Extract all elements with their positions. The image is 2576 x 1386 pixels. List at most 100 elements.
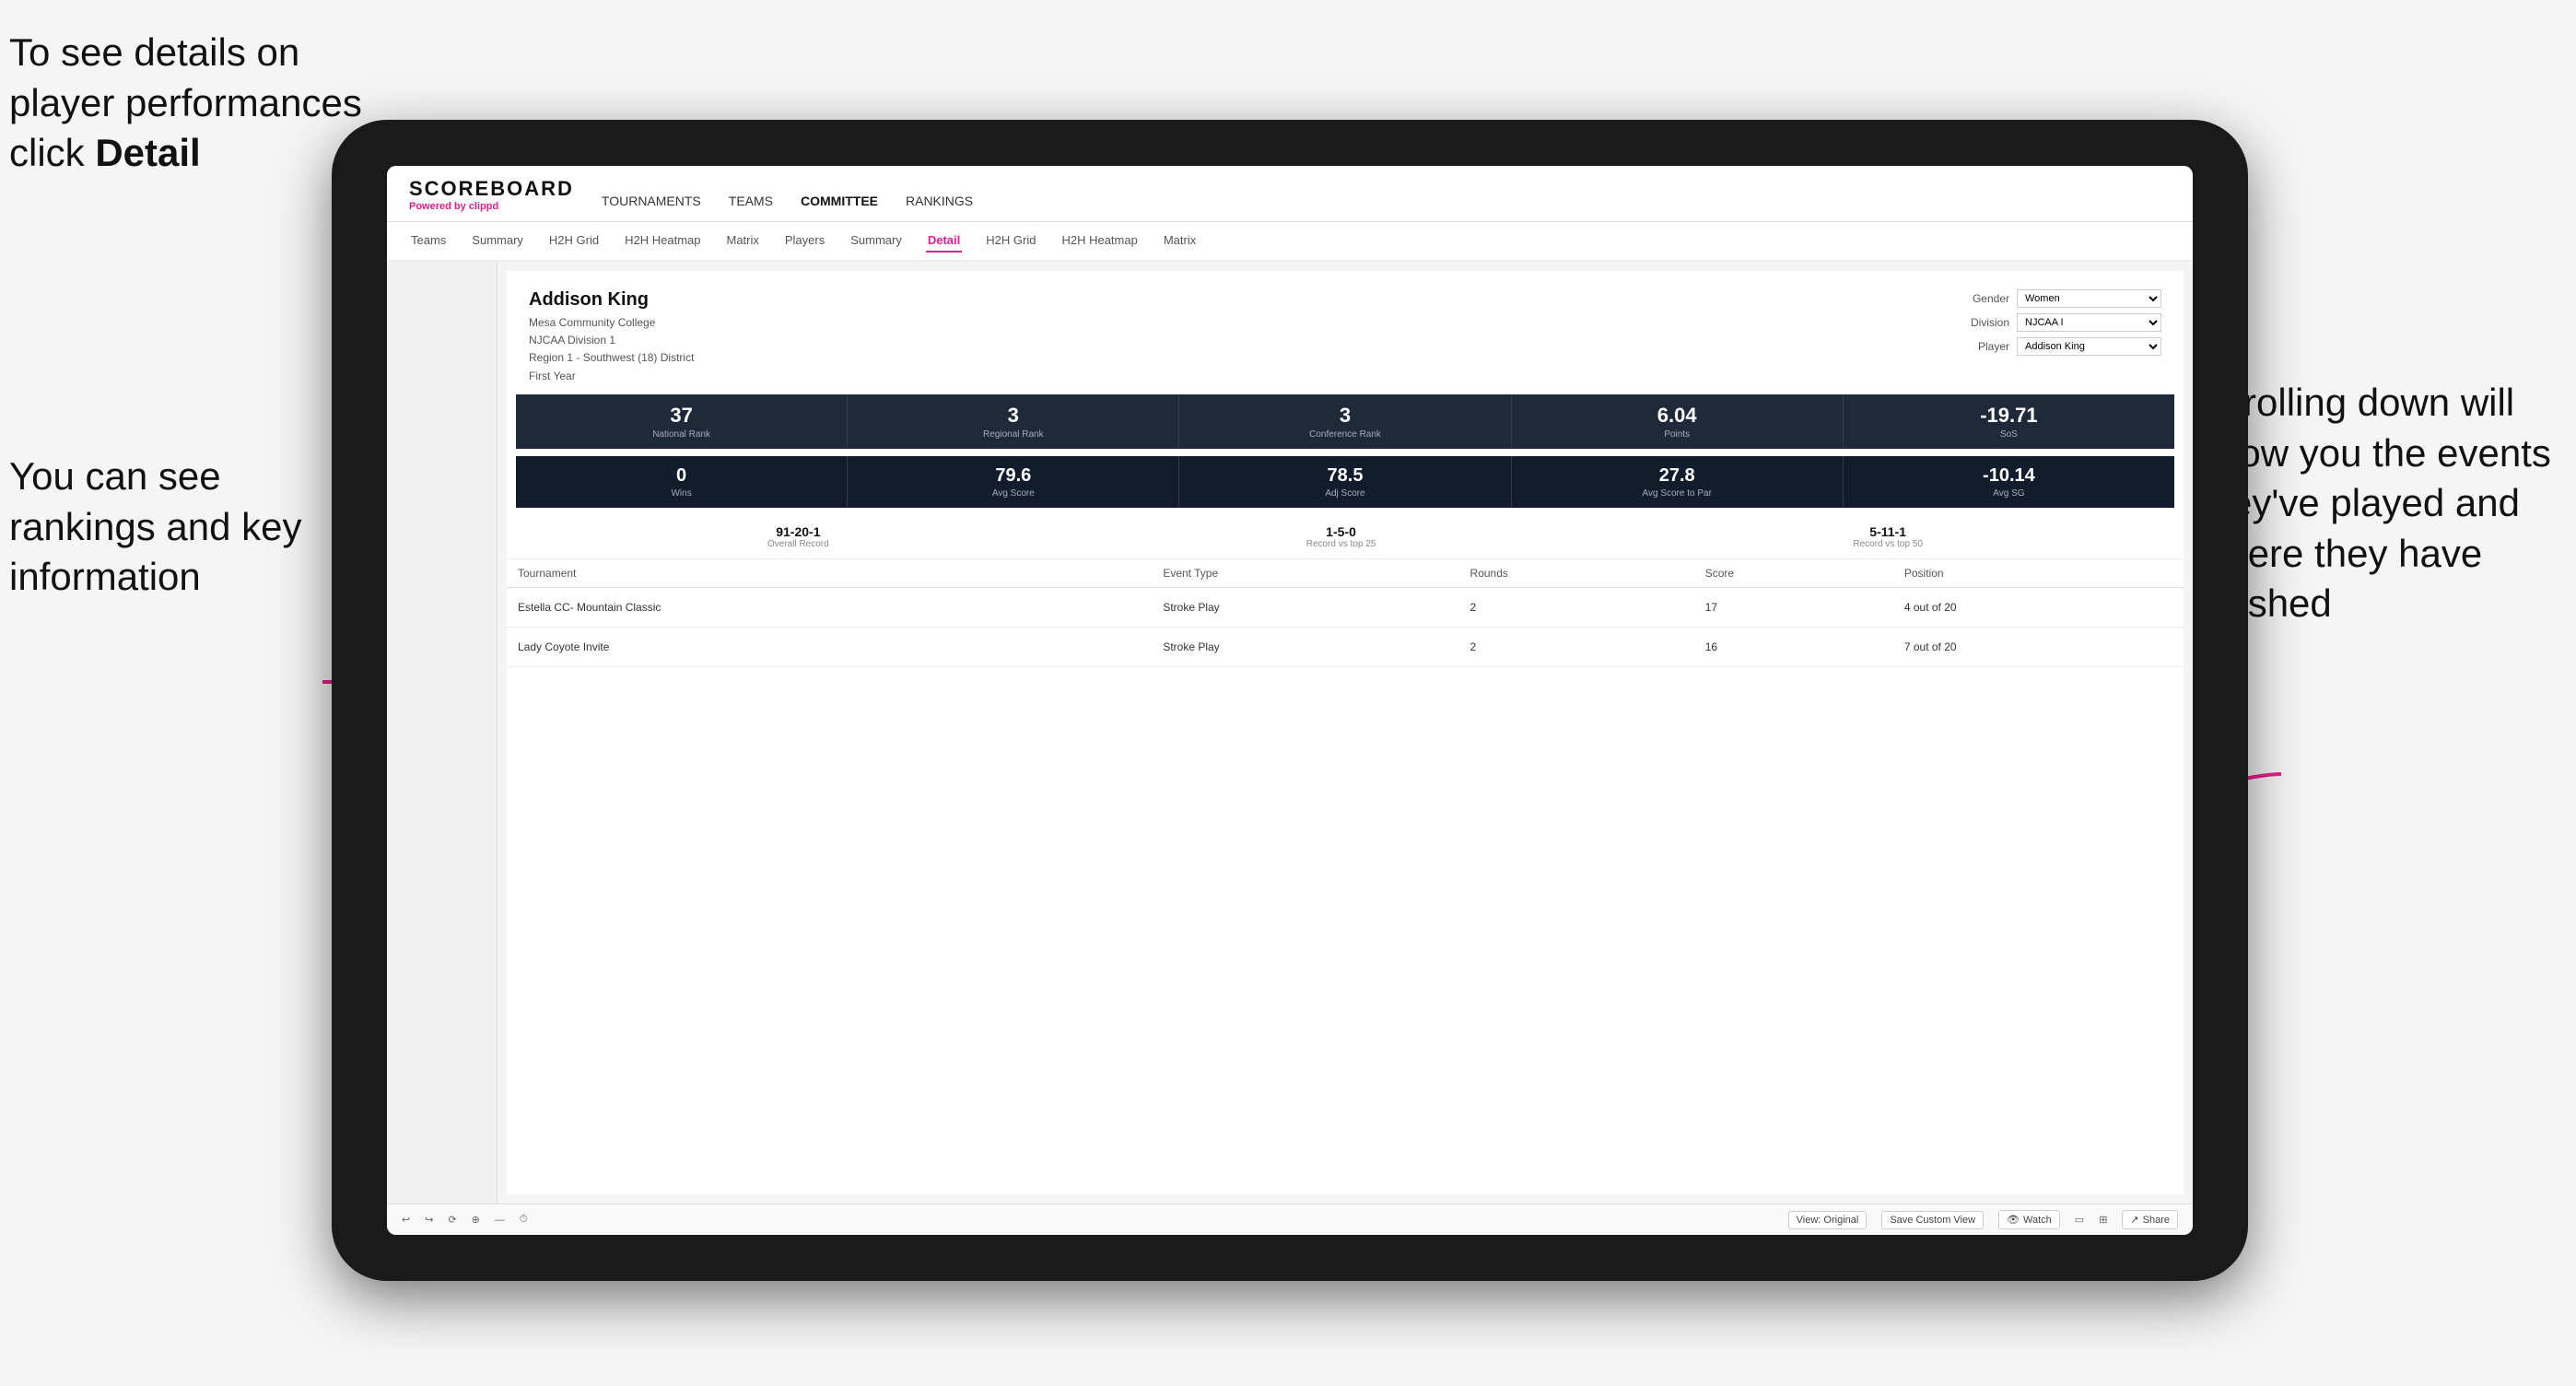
sub-nav-players[interactable]: Players — [783, 229, 826, 253]
tablet-screen: SCOREBOARD Powered by clippd TOURNAMENTS… — [387, 166, 2193, 1235]
sub-nav-matrix2[interactable]: Matrix — [1162, 229, 1198, 253]
sub-nav-h2h-heatmap[interactable]: H2H Heatmap — [623, 229, 702, 253]
screen-icon[interactable]: ▭ — [2075, 1214, 2084, 1226]
logo-scoreboard: SCOREBOARD — [409, 177, 574, 201]
tablet-frame: SCOREBOARD Powered by clippd TOURNAMENTS… — [332, 120, 2248, 1281]
watch-label: Watch — [2023, 1215, 2052, 1226]
main-nav: TOURNAMENTS TEAMS COMMITTEE RANKINGS — [602, 190, 973, 221]
player-select[interactable]: Addison King — [2017, 337, 2161, 356]
event-type-2: Stroke Play — [1152, 627, 1458, 666]
player-controls: Gender Women Men Division NJCAA I NJCAA … — [1959, 289, 2161, 356]
avg-sg-label: Avg SG — [1849, 488, 2169, 499]
zoom-icon[interactable]: ⊕ — [472, 1214, 480, 1226]
stats-row-1: 37 National Rank 3 Regional Rank 3 Confe… — [516, 394, 2174, 449]
logo-area: SCOREBOARD Powered by clippd — [409, 177, 574, 221]
player-name: Addison King — [529, 289, 694, 311]
watch-btn[interactable]: 👁 Watch — [1998, 1210, 2060, 1229]
avg-score-par-label: Avg Score to Par — [1517, 488, 1837, 499]
records-row: 91-20-1 Overall Record 1-5-0 Record vs t… — [507, 519, 2184, 559]
annotation-detail-bold: Detail — [95, 131, 200, 174]
save-custom-label: Save Custom View — [1890, 1215, 1975, 1226]
player-info: Addison King Mesa Community College NJCA… — [529, 289, 694, 385]
sub-nav-detail[interactable]: Detail — [926, 229, 962, 253]
stat-wins: 0 Wins — [516, 456, 848, 508]
nav-committee[interactable]: COMMITTEE — [801, 190, 878, 212]
sub-nav-summary[interactable]: Summary — [470, 229, 525, 253]
sub-nav-summary2[interactable]: Summary — [849, 229, 904, 253]
nav-rankings[interactable]: RANKINGS — [906, 190, 973, 212]
national-rank-value: 37 — [521, 404, 841, 428]
stat-avg-score-par: 27.8 Avg Score to Par — [1512, 456, 1844, 508]
player-header: Addison King Mesa Community College NJCA… — [507, 271, 2184, 394]
top50-record-value: 5-11-1 — [1853, 524, 1923, 539]
rounds-2: 2 — [1459, 627, 1694, 666]
nav-tournaments[interactable]: TOURNAMENTS — [602, 190, 701, 212]
adj-score-value: 78.5 — [1185, 465, 1505, 487]
watch-icon: 👁 — [2007, 1214, 2020, 1226]
division-control: Division NJCAA I NJCAA II — [1959, 313, 2161, 332]
share-icon: ↗ — [2130, 1214, 2138, 1226]
record-overall: 91-20-1 Overall Record — [767, 524, 829, 549]
tournament-name-2: Lady Coyote Invite — [507, 627, 1152, 666]
avg-score-par-value: 27.8 — [1517, 465, 1837, 487]
redo-icon[interactable]: ↪ — [425, 1214, 433, 1226]
top50-record-label: Record vs top 50 — [1853, 539, 1923, 549]
player-label: Player — [1959, 340, 2009, 353]
avg-sg-value: -10.14 — [1849, 465, 2169, 487]
gender-select[interactable]: Women Men — [2017, 289, 2161, 308]
view-original-label: View: Original — [1797, 1215, 1859, 1226]
points-label: Points — [1517, 429, 1837, 440]
gender-label: Gender — [1959, 292, 2009, 305]
regional-rank-value: 3 — [853, 404, 1173, 428]
stat-regional-rank: 3 Regional Rank — [848, 394, 1179, 449]
sub-nav-h2h-heatmap2[interactable]: H2H Heatmap — [1060, 229, 1139, 253]
brand-name: clippd — [469, 201, 498, 212]
score-1: 17 — [1694, 587, 1893, 627]
wins-label: Wins — [521, 488, 841, 499]
share-btn[interactable]: ↗ Share — [2122, 1210, 2178, 1229]
stat-adj-score: 78.5 Adj Score — [1179, 456, 1511, 508]
position-2: 7 out of 20 — [1893, 627, 2184, 666]
annotation-right: Scrolling down will show you the events … — [2198, 378, 2567, 629]
stat-avg-sg: -10.14 Avg SG — [1844, 456, 2174, 508]
conference-rank-value: 3 — [1185, 404, 1505, 428]
sub-nav-teams[interactable]: Teams — [409, 229, 448, 253]
avg-score-value: 79.6 — [853, 465, 1173, 487]
sos-value: -19.71 — [1849, 404, 2169, 428]
sos-label: SoS — [1849, 429, 2169, 440]
wins-value: 0 — [521, 465, 841, 487]
stats-row-2: 0 Wins 79.6 Avg Score 78.5 Adj Score 27.… — [516, 456, 2174, 508]
annotation-top-left-text: To see details on player performances cl… — [9, 30, 362, 174]
gender-control: Gender Women Men — [1959, 289, 2161, 308]
save-custom-btn[interactable]: Save Custom View — [1881, 1211, 1984, 1229]
clock-icon[interactable]: ⏱ — [520, 1214, 528, 1226]
record-top50: 5-11-1 Record vs top 50 — [1853, 524, 1923, 549]
division-label: Division — [1959, 316, 2009, 329]
undo-icon[interactable]: ↩ — [402, 1214, 410, 1226]
th-position: Position — [1893, 559, 2184, 588]
table-row: Estella CC- Mountain Classic Stroke Play… — [507, 587, 2184, 627]
table-header-row: Tournament Event Type Rounds Score Posit… — [507, 559, 2184, 588]
division-select[interactable]: NJCAA I NJCAA II — [2017, 313, 2161, 332]
th-tournament: Tournament — [507, 559, 1152, 588]
player-year: First Year — [529, 368, 694, 385]
view-original-btn[interactable]: View: Original — [1788, 1211, 1868, 1229]
national-rank-label: National Rank — [521, 429, 841, 440]
event-type-1: Stroke Play — [1152, 587, 1458, 627]
record-top25: 1-5-0 Record vs top 25 — [1306, 524, 1376, 549]
sub-nav-h2h-grid2[interactable]: H2H Grid — [984, 229, 1037, 253]
adj-score-label: Adj Score — [1185, 488, 1505, 499]
tournament-table: Tournament Event Type Rounds Score Posit… — [507, 559, 2184, 667]
minus-icon[interactable]: — — [495, 1215, 505, 1226]
refresh-icon[interactable]: ⟳ — [448, 1214, 456, 1226]
regional-rank-label: Regional Rank — [853, 429, 1173, 440]
rounds-1: 2 — [1459, 587, 1694, 627]
grid-icon[interactable]: ⊞ — [2099, 1214, 2107, 1226]
player-school: Mesa Community College — [529, 314, 694, 332]
nav-teams[interactable]: TEAMS — [729, 190, 773, 212]
sub-nav-h2h-grid[interactable]: H2H Grid — [547, 229, 601, 253]
sub-nav-matrix[interactable]: Matrix — [724, 229, 760, 253]
player-division: NJCAA Division 1 — [529, 332, 694, 349]
position-1: 4 out of 20 — [1893, 587, 2184, 627]
top-nav: SCOREBOARD Powered by clippd TOURNAMENTS… — [387, 166, 2193, 222]
